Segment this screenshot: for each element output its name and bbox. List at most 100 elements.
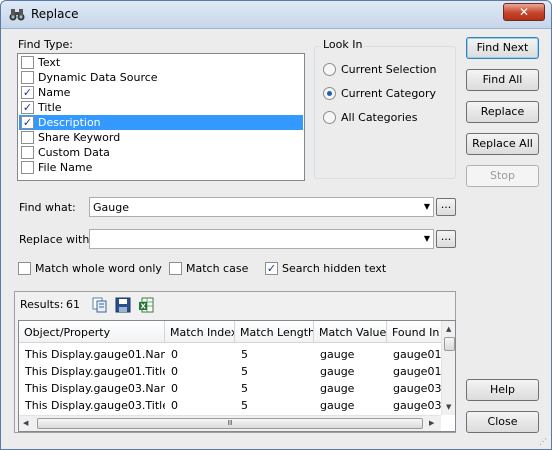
results-grid[interactable]: Object/Property Match Index Match Length Ma…	[18, 320, 456, 432]
table-cell: 5	[241, 399, 248, 412]
table-row[interactable]: This Display.gauge03.Name 0 5 gauge gauge03	[19, 380, 441, 397]
table-cell: gauge01	[393, 348, 442, 361]
match-whole-word-label: Match whole word only	[35, 262, 162, 275]
table-cell: This Display.gauge01.Title	[25, 365, 165, 378]
find-type-item-label: Description	[38, 116, 101, 129]
table-cell: gauge03	[393, 399, 442, 412]
stop-button[interactable]: Stop	[466, 165, 539, 187]
look-in-radio[interactable]	[323, 63, 336, 76]
table-cell: 5	[241, 348, 248, 361]
vertical-scrollbar[interactable]: ▲ ▼	[441, 321, 455, 415]
find-type-item-label: Name	[38, 86, 71, 99]
table-cell: 5	[241, 365, 248, 378]
table-row[interactable]: This Display.gauge01.Title 0 5 gauge gauge01	[19, 363, 441, 380]
match-case-checkbox[interactable]	[169, 262, 182, 275]
search-hidden-label: Search hidden text	[282, 262, 387, 275]
find-type-item[interactable]: ✓ Title	[19, 100, 303, 115]
look-in-option-label: Current Selection	[341, 63, 437, 76]
table-cell: This Display.gauge03.Name	[25, 382, 165, 395]
vertical-scroll-thumb[interactable]	[444, 337, 455, 351]
help-button[interactable]: Help	[466, 379, 539, 401]
find-type-item[interactable]: File Name	[19, 160, 303, 175]
look-in-radio[interactable]	[323, 111, 336, 124]
find-type-item[interactable]: ✓ Name	[19, 85, 303, 100]
look-in-option-label: Current Category	[341, 87, 437, 100]
look-in-option-label: All Categories	[341, 111, 418, 124]
close-button[interactable]: Close	[466, 411, 539, 433]
find-type-item-label: Title	[38, 101, 62, 114]
title-bar: Replace ✕	[1, 1, 551, 29]
table-cell: 5	[241, 382, 248, 395]
scroll-down-icon[interactable]: ▼	[446, 403, 451, 411]
find-type-checkbox[interactable]	[21, 131, 34, 144]
replace-dialog: Replace ✕ Find Type: Text Dynamic Data So…	[0, 0, 552, 450]
table-cell: gauge	[320, 382, 355, 395]
binoculars-icon	[9, 9, 25, 21]
match-whole-word-checkbox[interactable]	[18, 262, 31, 275]
find-type-checkbox[interactable]: ✓	[21, 86, 34, 99]
find-type-item[interactable]: Share Keyword	[19, 130, 303, 145]
chevron-down-icon: ▼	[423, 234, 430, 243]
table-cell: 0	[171, 399, 178, 412]
column-header[interactable]: Match Value	[314, 321, 387, 343]
find-type-checkbox[interactable]	[21, 161, 34, 174]
close-icon: ✕	[518, 5, 530, 19]
look-in-label: Look In	[321, 38, 365, 51]
replace-with-combo[interactable]: ▼	[89, 229, 434, 249]
results-label: Results:	[20, 298, 64, 311]
find-what-combo[interactable]: Gauge ▼	[89, 197, 434, 217]
table-cell: This Display.gauge01.Name	[25, 348, 165, 361]
find-all-button[interactable]: Find All	[466, 69, 539, 91]
resize-grip-icon[interactable]: ⋰	[539, 437, 551, 449]
excel-icon[interactable]: X	[138, 297, 154, 313]
svg-text:X: X	[141, 303, 147, 311]
horizontal-scroll-thumb[interactable]: Ⅲ	[37, 418, 423, 429]
table-cell: This Display.gauge03.Title	[25, 399, 165, 412]
find-type-item-label: Share Keyword	[38, 131, 121, 144]
find-what-browse-button[interactable]: ...	[436, 198, 456, 216]
find-next-button[interactable]: Find Next	[466, 37, 539, 59]
grip-icon: Ⅲ	[227, 419, 233, 427]
find-type-item[interactable]: Custom Data	[19, 145, 303, 160]
scroll-right-icon[interactable]: ▶	[429, 419, 434, 427]
table-cell: gauge	[320, 399, 355, 412]
find-type-checkbox[interactable]: ✓	[21, 101, 34, 114]
table-row[interactable]: This Display.gauge01.Name 0 5 gauge gauge01	[19, 346, 441, 363]
find-type-checkbox[interactable]	[21, 146, 34, 159]
table-row[interactable]: This Display.gauge03.Title 0 5 gauge gauge03	[19, 397, 441, 414]
replace-with-browse-button[interactable]: ...	[436, 230, 456, 248]
horizontal-scrollbar[interactable]: ◀ Ⅲ ▶	[19, 415, 441, 431]
find-type-checkbox[interactable]: ✓	[21, 116, 34, 129]
find-type-item[interactable]: Text	[19, 55, 303, 70]
replace-all-button[interactable]: Replace All	[466, 133, 539, 155]
column-header[interactable]: Found In Value	[387, 321, 447, 343]
find-type-label: Find Type:	[18, 38, 74, 51]
chevron-down-icon: ▼	[423, 202, 430, 211]
find-what-label: Find what:	[19, 201, 76, 214]
window-title: Replace	[31, 7, 79, 21]
find-type-item[interactable]: Dynamic Data Source	[19, 70, 303, 85]
scroll-left-icon[interactable]: ◀	[23, 419, 28, 427]
column-header[interactable]: Match Length	[235, 321, 314, 343]
find-type-item[interactable]: ✓ Description	[19, 115, 303, 130]
save-icon[interactable]	[115, 297, 131, 313]
copy-icon[interactable]	[92, 297, 108, 313]
window-close-button[interactable]: ✕	[503, 3, 545, 21]
table-cell: 0	[171, 365, 178, 378]
search-hidden-checkbox[interactable]: ✓	[265, 262, 278, 275]
look-in-radio[interactable]	[323, 87, 336, 100]
column-header[interactable]: Object/Property	[19, 321, 165, 343]
find-type-checkbox[interactable]	[21, 71, 34, 84]
find-type-item-label: Text	[38, 56, 61, 69]
find-type-item-label: Custom Data	[38, 146, 110, 159]
find-type-item-label: File Name	[38, 161, 93, 174]
results-count: 61	[66, 298, 80, 311]
find-type-list[interactable]: Text Dynamic Data Source ✓ Name ✓ Title ✓ Descr…	[17, 53, 305, 181]
find-type-item-label: Dynamic Data Source	[38, 71, 158, 84]
column-header[interactable]: Match Index	[165, 321, 235, 343]
find-type-checkbox[interactable]	[21, 56, 34, 69]
find-what-value: Gauge	[93, 201, 129, 214]
replace-button[interactable]: Replace	[466, 101, 539, 123]
table-cell: gauge03	[393, 382, 442, 395]
scroll-up-icon[interactable]: ▲	[446, 325, 451, 333]
